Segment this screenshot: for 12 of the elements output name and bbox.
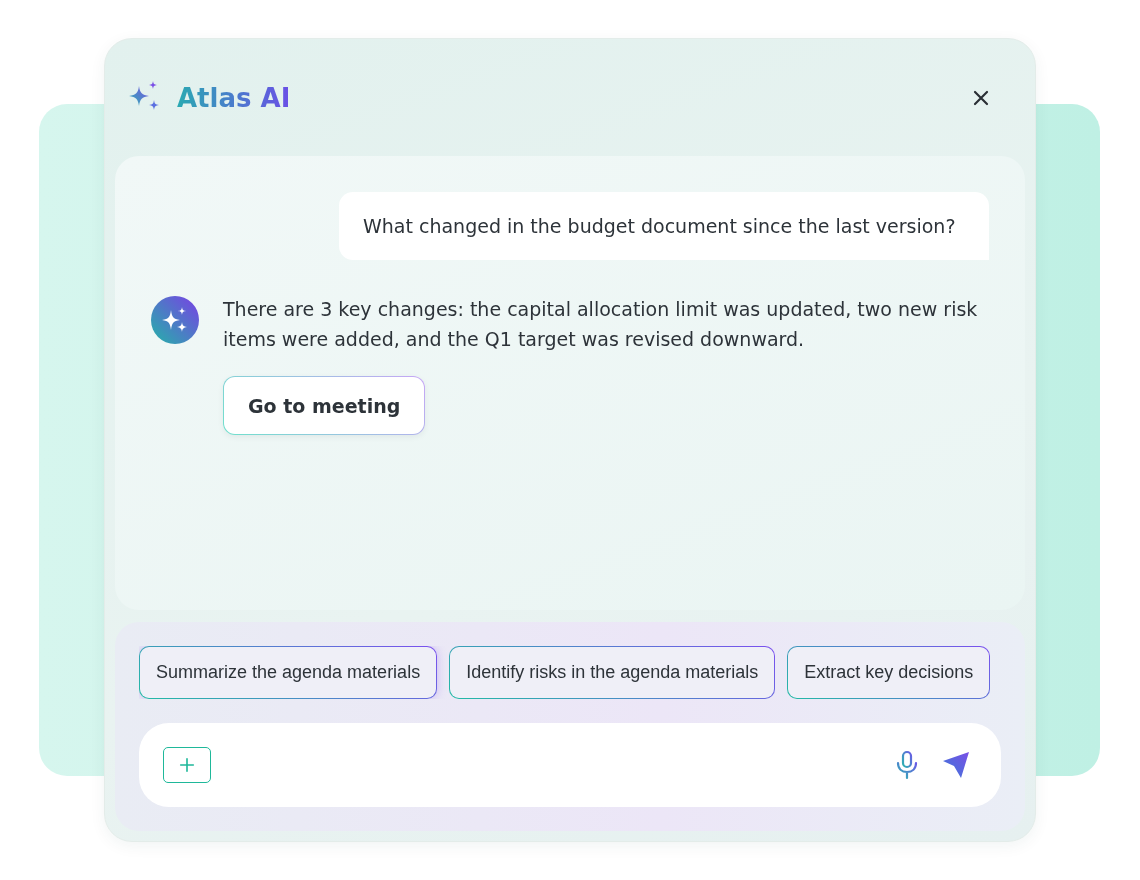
message-input[interactable] <box>139 723 1001 807</box>
plus-icon <box>178 756 196 774</box>
user-message: What changed in the budget document since the last version? <box>339 192 989 260</box>
suggestion-chip[interactable]: Summarize the agenda materials <box>139 646 438 699</box>
assistant-message: There are 3 key changes: the capital allocation limit was updated, two new risk items were added, and the Q1 target was revised downward. <box>223 297 979 352</box>
send-icon[interactable] <box>941 750 971 780</box>
attach-button[interactable] <box>163 747 211 783</box>
microphone-icon[interactable] <box>895 750 919 780</box>
suggestion-chip[interactable]: Identify risks in the agenda materials <box>449 646 776 699</box>
suggestion-chip[interactable]: Extract key decisions <box>787 646 991 699</box>
go-to-meeting-button[interactable]: Go to meeting <box>223 376 426 435</box>
assistant-avatar-icon <box>151 296 199 344</box>
